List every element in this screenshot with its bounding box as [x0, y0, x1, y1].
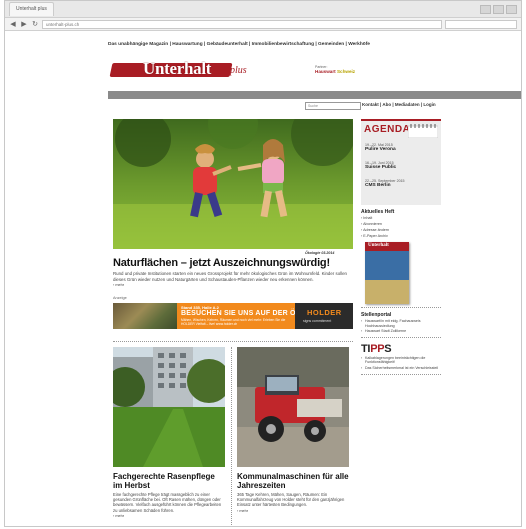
- hero-teaser: Rund und private Institutionen starten e…: [113, 271, 353, 289]
- ad-photo: [113, 303, 177, 329]
- article-image[interactable]: [237, 347, 349, 467]
- site-tagline: Das unabhängige Magazin | Hauswartung | …: [108, 42, 370, 47]
- magazine-title: Unterhalt: [368, 243, 389, 248]
- logo-plus: plus: [230, 65, 247, 76]
- article-title[interactable]: Fachgerechte Rasenpflege im Herbst: [113, 472, 225, 490]
- divider: [361, 336, 441, 338]
- ad-banner[interactable]: Stand 335, Halle A.2 BESUCHEN SIE UNS AU…: [113, 303, 353, 329]
- divider: [361, 373, 441, 375]
- job-link[interactable]: Hauswart/in mit eidg. Fachausweis Hochha…: [361, 319, 441, 328]
- site-search-input[interactable]: Suche: [305, 102, 361, 110]
- forward-icon[interactable]: ▶: [20, 20, 28, 28]
- agenda-event[interactable]: 19.–22. Mai 2015 Pulire Verona: [365, 143, 396, 152]
- agenda-event[interactable]: 22.–25. September 2015 CMS Berlin: [365, 179, 405, 188]
- hero-photo: [113, 119, 353, 249]
- partner-suffix: Schweiz: [336, 69, 356, 74]
- url-field[interactable]: unterhalt-plus.ch: [42, 19, 442, 29]
- top-links[interactable]: Kontakt | Abo | Mediadaten | Login: [362, 102, 436, 107]
- nav-item-marktplatz[interactable]: Marktplatz: [162, 100, 184, 105]
- close-icon[interactable]: [506, 4, 517, 14]
- ad-brand: HOLDER: [307, 308, 342, 317]
- agenda-event[interactable]: 16.–19. Juni 2015 Suisse Public: [365, 161, 396, 170]
- tipps-heading-accent: PP: [370, 342, 385, 355]
- tipps-heading-part: S: [384, 342, 392, 355]
- job-link[interactable]: Hauswart Stadt Zollikerne: [361, 329, 441, 334]
- agenda-title: AGENDA: [364, 124, 411, 135]
- article-card[interactable]: Kommunalmaschinen für alle Jahreszeiten …: [237, 347, 349, 513]
- webpage: Das unabhängige Magazin | Hauswartung | …: [5, 31, 521, 526]
- hero-teaser-text: Rund und private Institutionen starten e…: [113, 271, 347, 282]
- partner-name: Hauswart: [315, 69, 336, 74]
- window-controls: [480, 4, 521, 14]
- ad-label: Anzeige: [113, 296, 127, 300]
- hero-image[interactable]: [113, 119, 353, 249]
- browser-tab[interactable]: Unterhalt plus: [9, 2, 54, 16]
- article-more-link[interactable]: mehr: [237, 509, 349, 513]
- ad-subtext: Mähen, Wischen, Kehren, Räumen und noch …: [181, 318, 286, 326]
- reload-icon[interactable]: ↻: [31, 20, 39, 28]
- hero-headline[interactable]: Naturflächen – jetzt Auszeichnungswürdig…: [113, 257, 330, 269]
- article-title[interactable]: Kommunalmaschinen für alle Jahreszeiten: [237, 472, 349, 490]
- tipps-heading: TIPPS: [361, 343, 441, 355]
- column-divider: [231, 347, 232, 526]
- event-name: Suisse Public: [365, 165, 397, 170]
- nav-item-aktuell[interactable]: Aktuell: [114, 100, 129, 105]
- ad-brand-box: HOLDER signs commitment: [295, 303, 353, 329]
- tipps-heading-part: TI: [361, 342, 371, 355]
- site-logo[interactable]: Unterhalt plus: [109, 59, 271, 79]
- tip-link[interactable]: Kalkablagerungen beeinträchtigen die Fun…: [361, 356, 441, 365]
- article-image[interactable]: [113, 347, 225, 467]
- event-name: Pulire Verona: [365, 147, 396, 152]
- logo-text: Unterhalt: [143, 59, 212, 78]
- article-card[interactable]: Fachgerechte Rasenpflege im Herbst Eine …: [113, 347, 225, 518]
- sidebar: AGENDA 19.–22. Mai 2015 Pulire Verona 16…: [361, 119, 441, 375]
- divider: [113, 341, 353, 342]
- nav-item-tipps[interactable]: Tipps: [139, 100, 151, 105]
- article-more-link[interactable]: mehr: [113, 514, 225, 518]
- hero-more-link[interactable]: mehr: [113, 283, 353, 289]
- issue-link[interactable]: E-Paper Archiv: [361, 233, 441, 239]
- magazine-cover[interactable]: Unterhalt: [365, 242, 409, 304]
- ad-brand-sub: signs commitment: [303, 319, 332, 323]
- machine-photo: [237, 347, 349, 467]
- maximize-icon[interactable]: [493, 4, 504, 14]
- article-text: 365 Tage Kehren, Mähen, Saugen, Räumen: …: [237, 492, 345, 508]
- agenda-box[interactable]: AGENDA 19.–22. Mai 2015 Pulire Verona 16…: [361, 119, 441, 205]
- browser-window: Unterhalt plus ◀ ▶ ↻ unterhalt-plus.ch D…: [4, 0, 522, 527]
- nav-item-agenda[interactable]: Agenda: [195, 100, 212, 105]
- nav-item-stellenportal[interactable]: Stellenportal: [222, 100, 249, 105]
- back-icon[interactable]: ◀: [9, 20, 17, 28]
- tip-link[interactable]: Das Sicherheitsmerkmal ist ein Verschlei…: [361, 366, 441, 371]
- address-bar: ◀ ▶ ↻ unterhalt-plus.ch: [5, 18, 521, 31]
- article-text: Eine fachgerechte Pflege trägt massgebli…: [113, 492, 222, 513]
- tab-strip: Unterhalt plus: [5, 1, 521, 18]
- lawn-photo: [113, 347, 225, 467]
- minimize-icon[interactable]: [480, 4, 491, 14]
- hero-caption: Ökologie 03.2014: [305, 251, 335, 255]
- calendar-icon: [408, 124, 438, 138]
- jobs-heading: Stellenportal: [361, 312, 392, 318]
- partner-logo[interactable]: Partner: Hauswart Schweiz: [315, 65, 355, 74]
- browser-search-field[interactable]: [445, 19, 517, 29]
- main-nav: Aktuell Tipps Marktplatz Agenda Stellenp…: [108, 91, 521, 105]
- divider: [361, 307, 441, 308]
- event-name: CMS Berlin: [365, 183, 391, 188]
